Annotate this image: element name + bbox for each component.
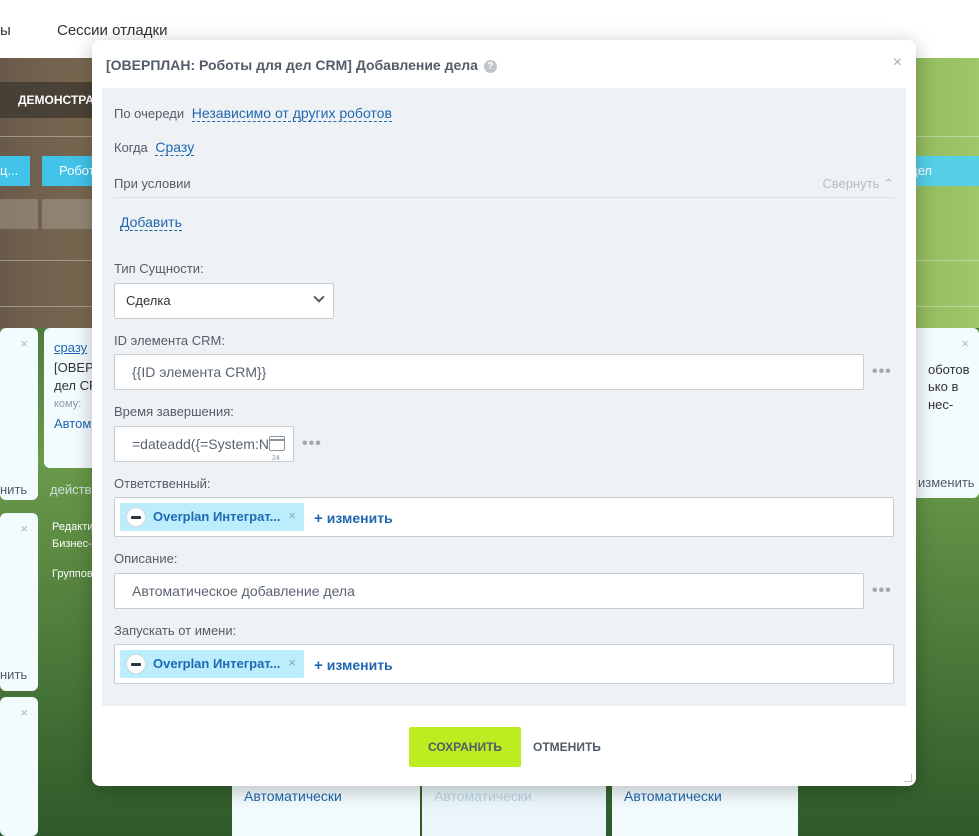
settings-panel: По очереди Независимо от других роботов … bbox=[102, 88, 906, 706]
add-condition-row: Добавить bbox=[120, 214, 182, 231]
user-chip[interactable]: Overplan Интеграт... × bbox=[120, 650, 304, 678]
more-icon[interactable]: ••• bbox=[872, 363, 892, 381]
close-icon[interactable]: × bbox=[893, 54, 902, 72]
when-label: Когда bbox=[114, 140, 148, 155]
run-as-label: Запускать от имени: bbox=[114, 623, 237, 638]
cancel-button[interactable]: ОТМЕНИТЬ bbox=[533, 727, 601, 767]
slot bbox=[42, 199, 94, 229]
change-responsible-button[interactable]: + изменить bbox=[314, 510, 393, 527]
help-icon[interactable]: ? bbox=[483, 60, 497, 73]
description-label: Описание: bbox=[114, 551, 178, 566]
responsible-field[interactable]: Overplan Интеграт... × + изменить bbox=[114, 497, 894, 537]
robot-card[interactable]: Автоматически bbox=[612, 780, 798, 836]
order-label: По очереди bbox=[114, 106, 185, 121]
description-input[interactable]: Автоматическое добавление дела bbox=[114, 573, 864, 609]
condition-label: При условии bbox=[114, 176, 191, 191]
robot-card[interactable]: × нить bbox=[0, 513, 38, 691]
dialog-title: [ОВЕРПЛАН: Роботы для дел CRM] Добавлени… bbox=[106, 57, 497, 73]
avatar bbox=[126, 654, 146, 674]
avatar bbox=[126, 507, 146, 527]
close-icon[interactable]: × bbox=[20, 336, 28, 351]
entity-type-select[interactable]: Сделка bbox=[114, 283, 334, 319]
remove-icon[interactable]: × bbox=[288, 655, 296, 670]
end-time-input[interactable]: =dateadd({=System:N 24 bbox=[114, 426, 294, 462]
robot-card[interactable]: Автоматически bbox=[232, 780, 420, 836]
order-value-link[interactable]: Независимо от других роботов bbox=[191, 105, 392, 122]
more-icon[interactable]: ••• bbox=[302, 435, 322, 453]
close-icon[interactable]: × bbox=[20, 705, 28, 720]
user-chip[interactable]: Overplan Интеграт... × bbox=[120, 503, 304, 531]
robot-card[interactable]: × оботов ько в нес- изменить bbox=[906, 328, 979, 498]
user-name: Overplan Интеграт... bbox=[153, 656, 281, 671]
robot-card[interactable]: Автоматически bbox=[422, 780, 606, 836]
order-row: По очереди Независимо от других роботов bbox=[114, 105, 392, 122]
crm-id-label: ID элемента CRM: bbox=[114, 333, 225, 348]
collapse-toggle[interactable]: Свернуть ⌃ bbox=[822, 176, 894, 192]
robot-card[interactable]: × нить bbox=[0, 328, 38, 500]
change-run-as-button[interactable]: + изменить bbox=[314, 657, 393, 674]
when-row: Когда Сразу bbox=[114, 139, 195, 156]
save-button[interactable]: СОХРАНИТЬ bbox=[409, 727, 521, 767]
end-time-label: Время завершения: bbox=[114, 404, 234, 419]
crm-id-input[interactable]: {{ID элемента CRM}} bbox=[114, 354, 864, 390]
user-name: Overplan Интеграт... bbox=[153, 509, 281, 524]
close-icon[interactable]: × bbox=[20, 521, 28, 536]
nav-item[interactable]: ы bbox=[0, 22, 11, 39]
resize-handle[interactable] bbox=[904, 774, 912, 782]
entity-type-label: Тип Сущности: bbox=[114, 261, 204, 276]
nav-item-debug-sessions[interactable]: Сессии отладки bbox=[57, 22, 167, 39]
add-condition-link[interactable]: Добавить bbox=[120, 214, 182, 231]
more-icon[interactable]: ••• bbox=[872, 582, 892, 600]
demo-button[interactable]: ДЕМОНСТРА bbox=[0, 82, 100, 118]
chevron-up-icon: ⌃ bbox=[883, 176, 894, 191]
divider bbox=[114, 197, 894, 198]
chevron-down-icon bbox=[313, 291, 325, 303]
close-icon[interactable]: × bbox=[961, 336, 969, 351]
when-value-link[interactable]: Сразу bbox=[155, 139, 195, 156]
slot bbox=[0, 199, 38, 229]
plus-icon: + bbox=[314, 657, 323, 674]
robot-card[interactable]: × bbox=[0, 697, 38, 836]
stage-tab[interactable]: ц... bbox=[0, 156, 30, 186]
calendar-icon[interactable]: 24 bbox=[269, 436, 285, 461]
remove-icon[interactable]: × bbox=[288, 508, 296, 523]
responsible-label: Ответственный: bbox=[114, 476, 211, 491]
plus-icon: + bbox=[314, 510, 323, 527]
run-as-field[interactable]: Overplan Интеграт... × + изменить bbox=[114, 644, 894, 684]
robot-card[interactable]: сразу [ОВЕР дел CF кому: Автом bbox=[44, 328, 98, 468]
robot-settings-dialog: [ОВЕРПЛАН: Роботы для дел CRM] Добавлени… bbox=[92, 40, 916, 786]
